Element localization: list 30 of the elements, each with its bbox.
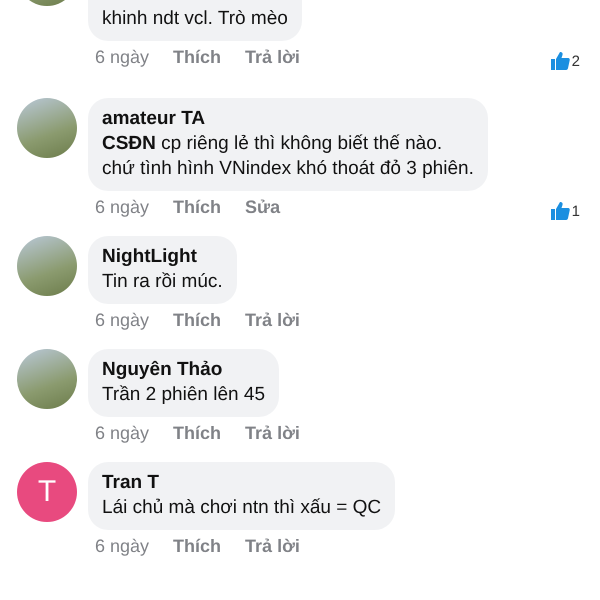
comment-action-link[interactable]: Thích — [173, 310, 222, 331]
like-count: 1 — [572, 202, 580, 220]
comment-action-link[interactable]: Trả lời — [245, 47, 300, 68]
author-name[interactable]: Tran T — [102, 470, 382, 495]
author-name[interactable]: amateur TA — [102, 106, 474, 131]
comment-action-link[interactable]: Thích — [173, 197, 222, 218]
comment-text: Tin ra rồi múc. — [102, 270, 223, 294]
comment-action-link[interactable]: Trả lời — [245, 310, 300, 331]
comment-time: 6 ngày — [95, 310, 150, 331]
like-count: 2 — [572, 52, 580, 70]
comment-time: 6 ngày — [95, 197, 150, 218]
comment-text: CSĐN cp riêng lẻ thì không biết thế nào. — [102, 132, 444, 156]
comment-text: Lái chủ mà chơi ntn thì xấu = QC — [102, 496, 382, 520]
comment-action-link[interactable]: Trả lời — [245, 423, 300, 444]
comment-time: 6 ngày — [95, 536, 150, 557]
comment-action-link[interactable]: Trả lời — [245, 536, 300, 557]
thumbs-up-icon — [550, 201, 570, 221]
comment-time: 6 ngày — [95, 423, 150, 444]
comment-text: khinh ndt vcl. Trò mèo — [102, 7, 288, 31]
comment-action-link[interactable]: Sửa — [245, 197, 280, 218]
letter-avatar[interactable]: T — [17, 462, 77, 522]
author-name[interactable]: NightLight — [102, 244, 223, 269]
comment-action-link[interactable]: Thích — [173, 47, 222, 68]
author-name[interactable]: Nguyên Thảo — [102, 357, 266, 382]
thumbs-up-icon — [550, 51, 570, 71]
comment-text: chứ tình hình VNindex khó thoát đỏ 3 phiên. — [102, 157, 474, 181]
comment-action-link[interactable]: Thích — [173, 536, 222, 557]
comment-time: 6 ngày — [95, 47, 150, 68]
comment-text: Trần 2 phiên lên 45 — [102, 383, 266, 407]
comment-action-link[interactable]: Thích — [173, 423, 222, 444]
